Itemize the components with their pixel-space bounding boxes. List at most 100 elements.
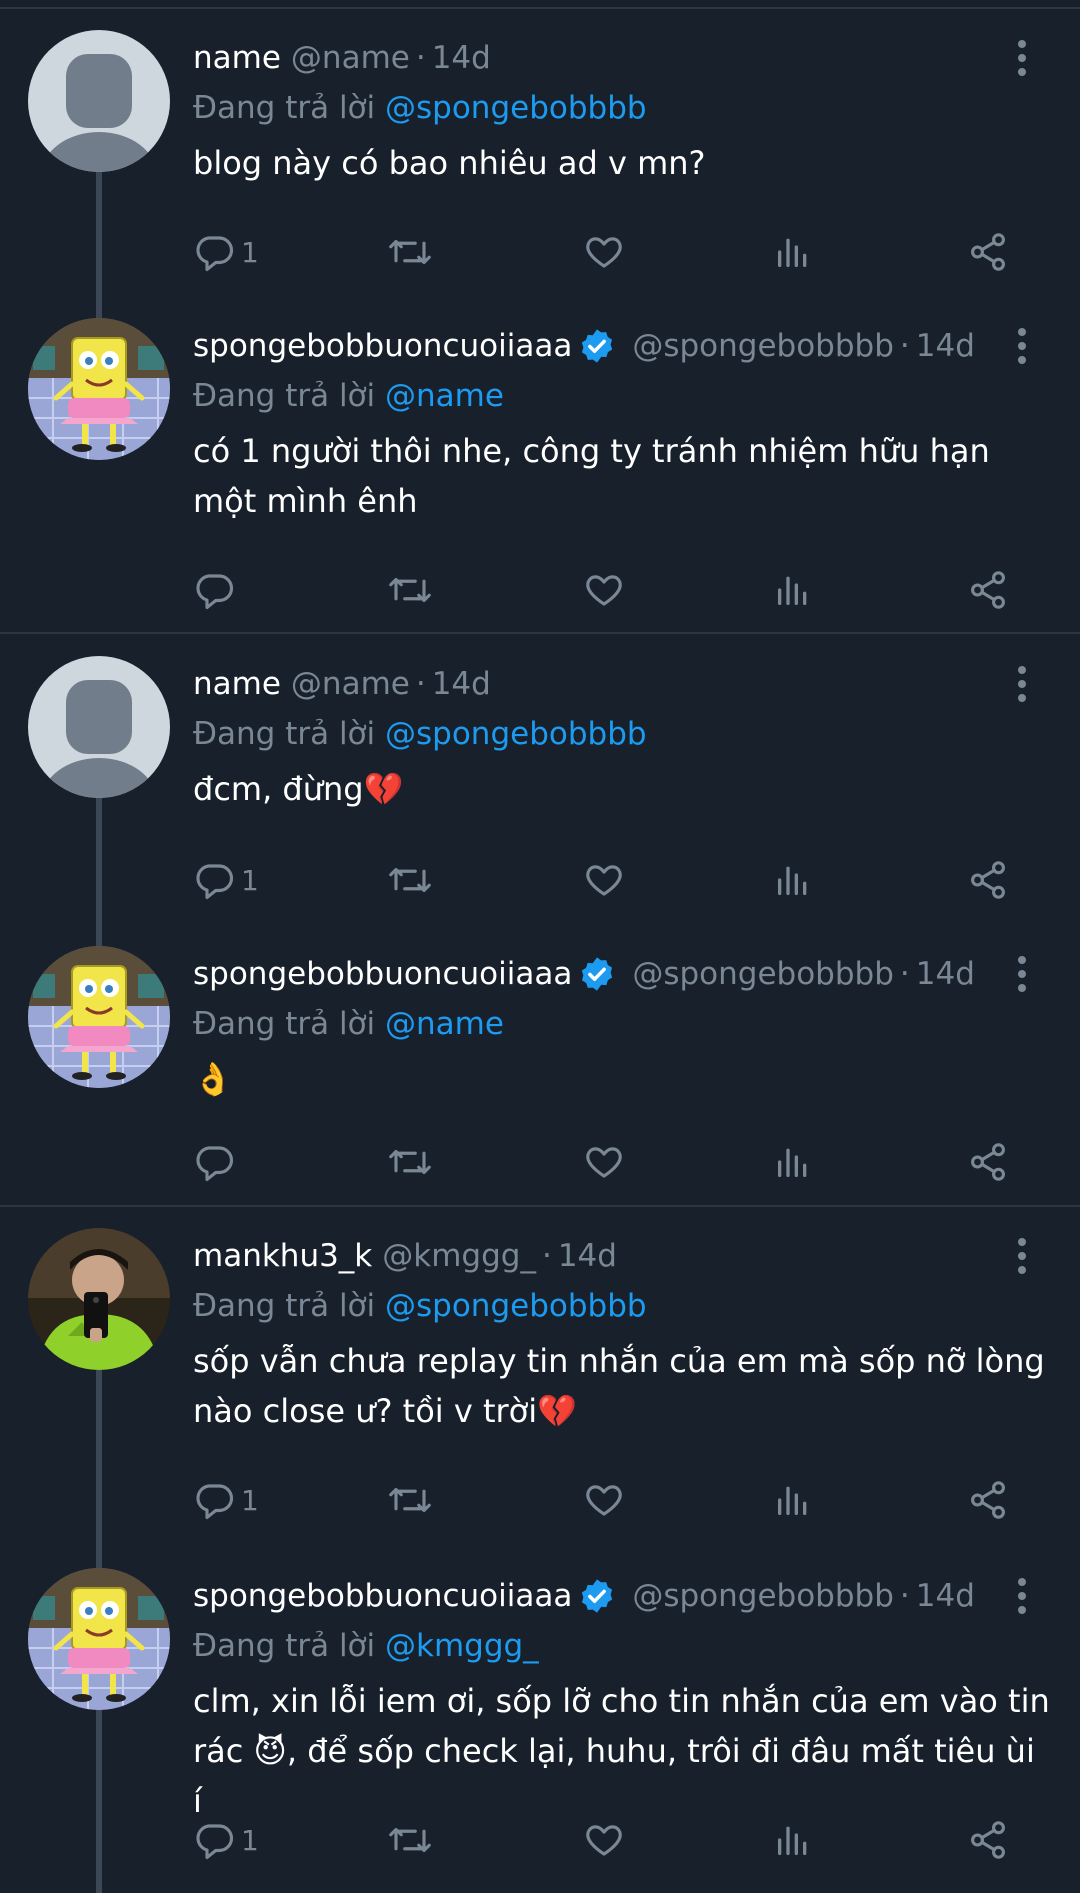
reply-button[interactable]: 1 [193,1816,259,1864]
share-button[interactable] [967,566,1009,614]
views-button[interactable] [773,1476,813,1524]
reply-button[interactable] [193,1138,241,1186]
meta-separator: · [541,1238,552,1274]
thread-connector-line [96,1710,102,1893]
reply-icon [193,859,235,901]
timestamp[interactable]: 14d [432,38,491,78]
avatar[interactable] [28,656,170,798]
reply-button[interactable] [193,566,241,614]
avatar[interactable] [28,318,170,460]
views-button[interactable] [773,228,813,276]
tweet-text: sốp vẫn chưa replay tin nhắn của em mà s… [193,1342,1045,1430]
timestamp[interactable]: 14d [916,954,975,994]
views-icon [773,569,813,611]
reply-mention-link[interactable]: @name [385,378,504,414]
more-icon[interactable] [1008,664,1036,704]
tweet-header: spongebobbuoncuoiiaaa @spongebobbbb · 14d [193,1576,975,1616]
reply-button[interactable]: 1 [193,856,259,904]
views-button[interactable] [773,856,813,904]
reply-mention-link[interactable]: @kmggg_ [385,1628,539,1664]
verified-badge-icon [578,327,616,365]
display-name[interactable]: spongebobbuoncuoiiaaa [193,1576,572,1616]
share-button[interactable] [967,1816,1009,1864]
replying-to: Đang trả lời @spongebobbbb [193,88,647,128]
share-button[interactable] [967,856,1009,904]
reply-mention-link[interactable]: @spongebobbbb [385,1288,647,1324]
retweet-icon [385,1479,435,1521]
avatar[interactable] [28,946,170,1088]
display-name[interactable]: name [193,38,281,78]
like-button[interactable] [583,1816,625,1864]
avatar[interactable] [28,1228,170,1370]
like-button[interactable] [583,228,625,276]
reply-button[interactable]: 1 [193,228,259,276]
retweet-button[interactable] [385,1138,435,1186]
share-icon [967,1141,1009,1183]
tweet-text: 👌 [193,1060,233,1098]
tweet-actions: 1 [193,856,1043,904]
user-handle[interactable]: @spongebobbbb [632,326,894,366]
avatar[interactable] [28,30,170,172]
verified-badge-icon [578,1577,616,1615]
more-icon[interactable] [1008,38,1036,78]
share-icon [967,569,1009,611]
display-name[interactable]: spongebobbuoncuoiiaaa [193,326,572,366]
views-button[interactable] [773,566,813,614]
thread-connector-line [96,172,102,318]
like-button[interactable] [583,566,625,614]
reply-button[interactable]: 1 [193,1476,259,1524]
retweet-button[interactable] [385,566,435,614]
display-name[interactable]: mankhu3_k [193,1236,372,1276]
replying-to-label: Đang trả lời [193,716,376,752]
user-handle[interactable]: @name [291,664,410,704]
retweet-button[interactable] [385,856,435,904]
replying-to: Đang trả lời @spongebobbbb [193,1286,647,1326]
timestamp[interactable]: 14d [432,664,491,704]
share-icon [967,231,1009,273]
user-handle[interactable]: @spongebobbbb [632,954,894,994]
retweet-button[interactable] [385,1476,435,1524]
user-handle[interactable]: @spongebobbbb [632,1576,894,1616]
user-handle[interactable]: @name [291,38,410,78]
retweet-button[interactable] [385,1816,435,1864]
display-name[interactable]: name [193,664,281,704]
views-icon [773,1819,813,1861]
retweet-icon [385,231,435,273]
timestamp[interactable]: 14d [916,326,975,366]
reply-icon [193,231,235,273]
like-button[interactable] [583,856,625,904]
more-icon[interactable] [1008,326,1036,366]
reply-icon [193,569,235,611]
more-icon[interactable] [1008,954,1036,994]
timestamp[interactable]: 14d [916,1576,975,1616]
more-icon[interactable] [1008,1576,1036,1616]
reply-icon [193,1479,235,1521]
share-button[interactable] [967,1476,1009,1524]
avatar[interactable] [28,1568,170,1710]
retweet-button[interactable] [385,228,435,276]
timestamp[interactable]: 14d [558,1236,617,1276]
share-button[interactable] [967,228,1009,276]
reply-mention-link[interactable]: @spongebobbbb [385,90,647,126]
meta-separator: · [899,956,910,992]
like-button[interactable] [583,1476,625,1524]
user-handle[interactable]: @kmggg_ [382,1236,536,1276]
views-button[interactable] [773,1816,813,1864]
share-icon [967,1819,1009,1861]
views-button[interactable] [773,1138,813,1186]
display-name[interactable]: spongebobbuoncuoiiaaa [193,954,572,994]
replying-to-label: Đang trả lời [193,378,376,414]
reply-mention-link[interactable]: @name [385,1006,504,1042]
replying-to-label: Đang trả lời [193,1288,376,1324]
share-icon [967,859,1009,901]
reply-icon [193,1141,235,1183]
thread-divider [0,632,1080,634]
share-button[interactable] [967,1138,1009,1186]
reply-count: 1 [241,1483,259,1517]
like-button[interactable] [583,1138,625,1186]
reply-mention-link[interactable]: @spongebobbbb [385,716,647,752]
heart-icon [583,1141,625,1183]
thread-connector-line [96,1370,102,1568]
tweet-header: mankhu3_k @kmggg_ · 14d [193,1236,617,1276]
more-icon[interactable] [1008,1236,1036,1276]
